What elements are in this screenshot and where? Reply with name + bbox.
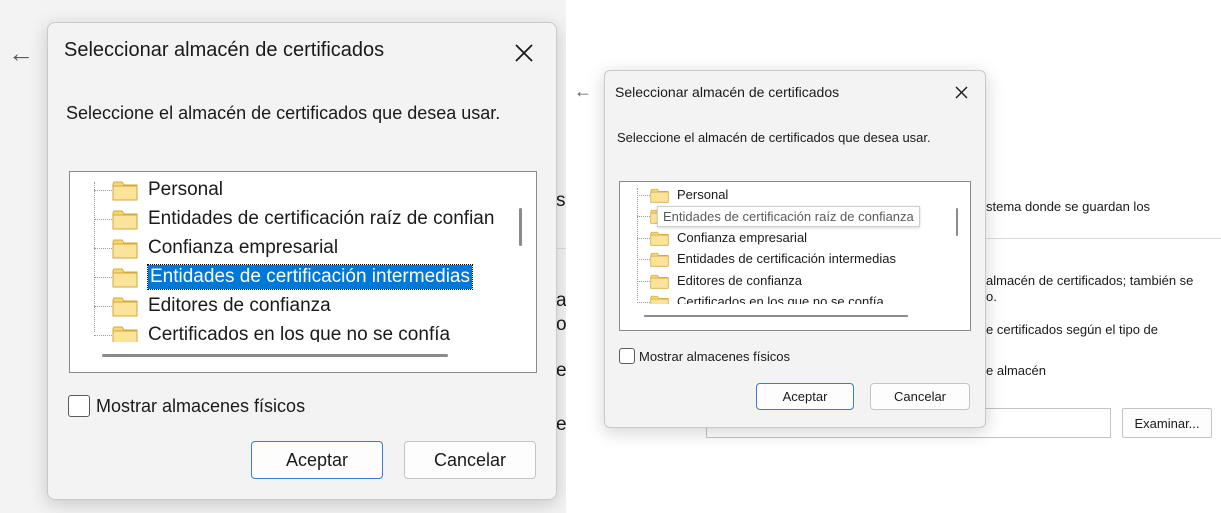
tree-item-label: Entidades de certificación raíz de confi…: [148, 208, 495, 229]
bg-fragment: o.: [556, 314, 566, 335]
back-arrow-icon[interactable]: ←: [8, 40, 34, 66]
tree-connector: [94, 248, 112, 249]
folder-icon: [112, 181, 138, 201]
dialog-prompt: Seleccione el almacén de certificados qu…: [66, 103, 501, 123]
store-tree[interactable]: Personal Entidades de certificación raíz…: [69, 171, 537, 373]
tree-item-personal[interactable]: Personal: [620, 186, 728, 204]
checkbox-label: Mostrar almacenes físicos: [639, 348, 790, 364]
tree-item-tooltip: Entidades de certificación raíz de confi…: [657, 206, 920, 227]
tree-item-label: Personal: [148, 179, 223, 200]
folder-icon: [112, 297, 138, 317]
bg-fragment: e: [556, 360, 566, 381]
vertical-scrollbar[interactable]: [956, 208, 958, 236]
accept-label: Aceptar: [285, 449, 349, 470]
tree-connector: [637, 195, 650, 196]
bg-fragment: al: [556, 290, 566, 311]
bg-fragment: o.: [986, 289, 997, 304]
folder-icon: [650, 188, 669, 203]
tree-hscroll-track: [70, 342, 536, 372]
tree-connector: [637, 238, 650, 239]
cancel-label: Cancelar: [433, 449, 507, 470]
tree-item-intermediate[interactable]: Entidades de certificación intermedias: [70, 264, 474, 290]
tree-connector: [94, 219, 112, 220]
tree-connector: [637, 302, 650, 303]
tree-connector: [94, 190, 112, 191]
bg-fragment: stema donde se guardan los: [986, 199, 1151, 214]
tree-item-trusted-publishers[interactable]: Editores de confianza: [620, 272, 802, 290]
tree-hscroll-track: [620, 304, 970, 330]
folder-icon: [112, 268, 138, 288]
tree-item-enterprise-trust[interactable]: Confianza empresarial: [70, 236, 338, 260]
checkbox-box[interactable]: [68, 395, 90, 417]
tree-connector: [94, 335, 112, 336]
vertical-scrollbar[interactable]: [519, 208, 522, 246]
dialog-title: Seleccionar almacén de certificados: [64, 39, 385, 61]
accept-label: Aceptar: [782, 389, 828, 404]
tree-connector: [637, 281, 650, 282]
tree-item-label: Entidades de certificación intermedias: [677, 251, 896, 266]
horizontal-scrollbar[interactable]: [102, 354, 448, 357]
accept-button[interactable]: Aceptar: [756, 383, 854, 410]
physical-stores-checkbox[interactable]: Mostrar almacenes físicos: [68, 395, 305, 417]
tree-item-trusted-root[interactable]: Entidades de certificación raíz de confi…: [70, 207, 494, 231]
select-store-dialog: Seleccionar almacén de certificados Sele…: [47, 22, 557, 500]
bg-fragment: st: [556, 190, 566, 211]
dialog-prompt: Seleccione el almacén de certificados qu…: [617, 130, 931, 145]
tree-item-label: Editores de confianza: [148, 295, 331, 316]
cancel-label: Cancelar: [893, 389, 947, 404]
tree-connector: [94, 306, 112, 307]
checkbox-box[interactable]: [619, 348, 635, 364]
browse-button[interactable]: Examinar...: [1122, 408, 1212, 438]
close-icon[interactable]: [515, 44, 533, 62]
cancel-button[interactable]: Cancelar: [870, 383, 970, 410]
tree-connector: [94, 277, 112, 278]
bg-fragment: e almacén: [986, 363, 1046, 378]
tree-item-intermediate[interactable]: Entidades de certificación intermedias: [620, 250, 896, 268]
folder-icon: [650, 274, 669, 289]
tree-item-label: Personal: [677, 187, 729, 202]
folder-icon: [650, 252, 669, 267]
browse-label: Examinar...: [1134, 415, 1200, 431]
left-screenshot-panel: ← st al o. e e Seleccionar almacén de ce…: [0, 0, 566, 513]
tree-item-label: Confianza empresarial: [677, 230, 808, 245]
bg-fragment: almacén de certificados; también se: [986, 273, 1194, 288]
checkbox-label: Mostrar almacenes físicos: [96, 395, 306, 416]
horizontal-scrollbar[interactable]: [644, 315, 908, 317]
tree-item-enterprise-trust[interactable]: Confianza empresarial: [620, 229, 807, 247]
select-store-dialog: Seleccionar almacén de certificados Sele…: [604, 70, 986, 428]
physical-stores-checkbox[interactable]: Mostrar almacenes físicos: [619, 348, 790, 364]
bg-separator: [986, 238, 1221, 239]
right-screenshot-panel: ← stema donde se guardan los almacén de …: [566, 0, 1221, 513]
tree-item-label: Editores de confianza: [677, 273, 803, 288]
tree-item-personal[interactable]: Personal: [70, 178, 223, 202]
folder-icon: [112, 210, 138, 230]
cancel-button[interactable]: Cancelar: [404, 441, 536, 479]
folder-icon: [112, 239, 138, 259]
store-tree[interactable]: Personal Confianza empresarial Entidades…: [619, 181, 971, 331]
tree-item-label: Confianza empresarial: [148, 237, 339, 258]
folder-icon: [650, 231, 669, 246]
tree-connector: [637, 259, 650, 260]
tree-item-trusted-publishers[interactable]: Editores de confianza: [70, 294, 331, 318]
dialog-title: Seleccionar almacén de certificados: [615, 84, 840, 100]
accept-button[interactable]: Aceptar: [251, 441, 383, 479]
bg-fragment: e certificados según el tipo de: [986, 322, 1158, 337]
back-arrow-icon[interactable]: ←: [574, 82, 592, 100]
close-icon[interactable]: [955, 86, 968, 99]
bg-fragment: e: [556, 414, 566, 435]
bg-separator: [556, 248, 566, 249]
tree-item-label-selected: Entidades de certificación intermedias: [146, 264, 474, 290]
tree-connector: [637, 216, 650, 217]
